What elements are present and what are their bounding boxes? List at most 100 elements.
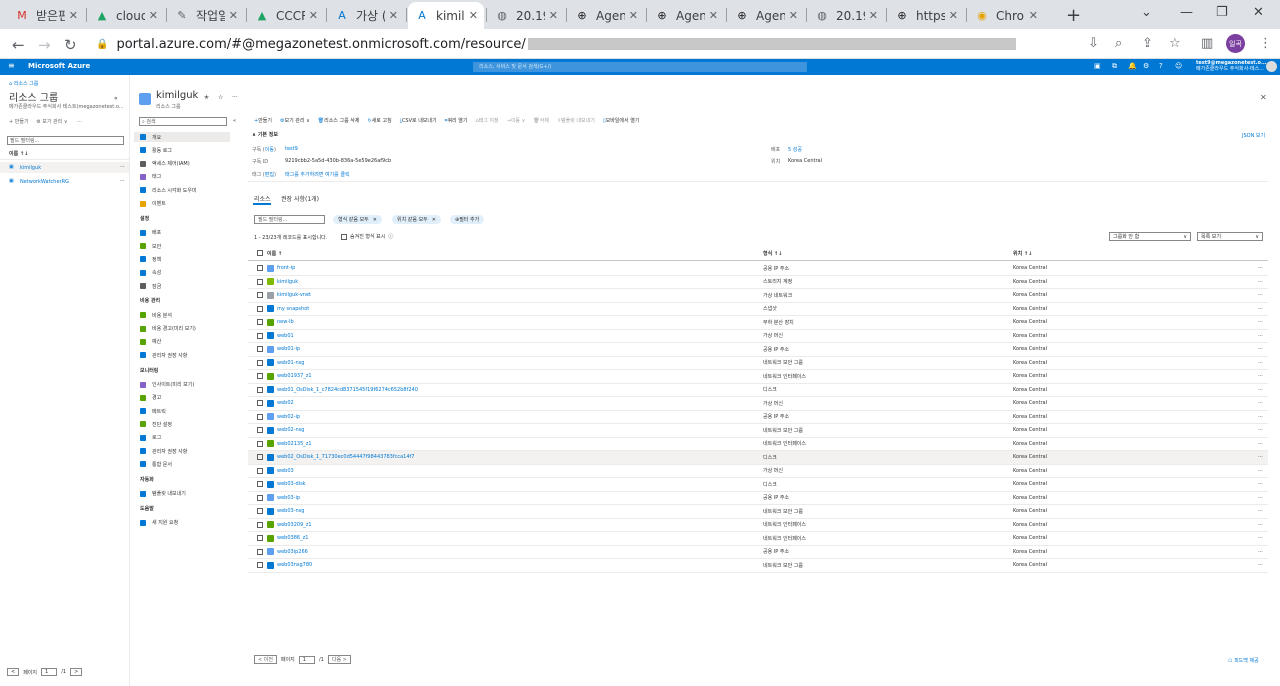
directory-icon[interactable]: ⧉ [1112, 62, 1117, 71]
notifications-icon[interactable]: 🔔 [1128, 62, 1137, 70]
browser-tab[interactable]: ⊕ Agenc ✕ [648, 2, 724, 29]
row-checkbox[interactable] [257, 467, 263, 474]
table-row[interactable]: web03209_z1 네트워크 인터페이스 Korea Central ··· [248, 519, 1268, 532]
row-checkbox[interactable] [257, 359, 263, 366]
row-more-icon[interactable]: ··· [1258, 279, 1263, 285]
close-tab-icon[interactable]: ✕ [229, 9, 238, 22]
column-type[interactable]: 형식 ↑↓ [763, 250, 782, 257]
close-tab-icon[interactable]: ✕ [469, 9, 478, 22]
table-row[interactable]: web02-nsg 네트워크 보안 그룹 Korea Central ··· [248, 424, 1268, 438]
browser-tab[interactable]: ◉ Chron ✕ [968, 2, 1044, 29]
toolbar-button[interactable]: ⌗ 쿼리 열기 [445, 117, 468, 125]
close-tab-icon[interactable]: ✕ [789, 9, 798, 22]
table-row[interactable]: kimilguk-vnet 가상 네트워크 Korea Central ··· [248, 289, 1268, 303]
table-row[interactable]: web03ip266 공용 IP 주소 Korea Central ··· [248, 546, 1268, 559]
rg-name[interactable]: kimilguk [20, 165, 41, 171]
toolbar-button[interactable]: → 이동 ∨ [507, 117, 526, 125]
close-tab-icon[interactable]: ✕ [549, 9, 558, 22]
tab-search-icon[interactable]: ⌄ [1141, 5, 1152, 20]
resource-name-link[interactable]: web01_OsDisk_1_c7824cd8371545f19f6274c65… [277, 387, 418, 393]
tab-recommendations[interactable]: 권장 사항(1개) [281, 194, 319, 203]
row-checkbox[interactable] [257, 373, 263, 380]
resource-name-link[interactable]: web02_OsDisk_1_71730ec0d54447f98443783fc… [277, 454, 415, 460]
type-filter-pill[interactable]: 형식 같음 모두 ✕ [333, 215, 382, 224]
resource-name-link[interactable]: web0386_z1 [277, 535, 308, 541]
menu-item[interactable]: 예산 [140, 337, 236, 347]
row-more-icon[interactable]: ··· [1258, 549, 1263, 555]
table-row[interactable]: web02135_z1 네트워크 인터페이스 Korea Central ··· [248, 438, 1268, 451]
settings-icon[interactable]: ⚙ [1143, 62, 1149, 70]
resource-name-link[interactable]: new-lb [277, 319, 294, 325]
tags-add-link[interactable]: 태그를 추가하려면 여기를 클릭 [285, 171, 350, 178]
close-blade-icon[interactable]: ✕ [1260, 93, 1267, 102]
menu-item[interactable]: 인사이트(미리 보기) [140, 380, 236, 390]
browser-tab[interactable]: ⊕ Agenc ✕ [728, 2, 804, 29]
essentials-toggle[interactable]: ∧ 기본 정보 [252, 131, 278, 138]
row-more-icon[interactable]: ··· [120, 164, 125, 170]
table-row[interactable]: new-lb 부하 분산 장치 Korea Central ··· [248, 316, 1268, 330]
table-row[interactable]: web01-ip 공용 IP 주소 Korea Central ··· [248, 343, 1268, 357]
list-item-selected[interactable]: ▣ kimilguk ··· [0, 162, 129, 173]
browser-tab[interactable]: ⊕ https:/ ✕ [888, 2, 964, 29]
json-view-link[interactable]: JSON 보기 [1242, 132, 1265, 139]
close-tab-icon[interactable]: ✕ [69, 9, 78, 22]
close-window-icon[interactable]: ✕ [1253, 5, 1264, 20]
favorite-star-icon[interactable]: ☆ [218, 94, 223, 101]
row-more-icon[interactable]: ··· [1258, 495, 1263, 501]
close-tab-icon[interactable]: ✕ [629, 9, 638, 22]
close-tab-icon[interactable]: ✕ [949, 9, 958, 22]
page-prev-button[interactable]: < [7, 668, 20, 676]
row-checkbox[interactable] [257, 292, 263, 299]
tab-resources[interactable]: 리소스 [254, 194, 271, 203]
browser-tab[interactable]: ✎ 작업일 ✕ [168, 2, 244, 29]
row-more-icon[interactable]: ··· [1258, 427, 1263, 433]
toolbar-button[interactable]: 🗑 리소스 그룹 삭제 [318, 117, 360, 125]
install-icon[interactable]: ⇩ [1088, 36, 1099, 51]
resource-name-link[interactable]: web03nsg780 [277, 562, 312, 568]
table-row[interactable]: web02_OsDisk_1_71730ec0d54447f98443783fc… [248, 451, 1268, 465]
row-more-icon[interactable]: ··· [120, 178, 125, 184]
browser-tab[interactable]: ◍ 20.19(✕ [808, 2, 884, 29]
menu-item[interactable]: 리소스 시각화 도우미 [140, 185, 236, 195]
row-more-icon[interactable]: ··· [1258, 306, 1263, 312]
row-checkbox[interactable] [257, 535, 263, 542]
hamburger-icon[interactable]: ≡ [8, 61, 15, 70]
add-filter-button[interactable]: ⊕ 필터 추가 [450, 215, 485, 224]
row-checkbox[interactable] [257, 562, 263, 569]
menu-item[interactable]: 개요 [134, 132, 230, 142]
row-checkbox[interactable] [257, 319, 263, 326]
row-more-icon[interactable]: ··· [1258, 562, 1263, 568]
row-more-icon[interactable]: ··· [1258, 441, 1263, 447]
row-more-icon[interactable]: ··· [1258, 468, 1263, 474]
deployments-value[interactable]: 5 성공 [788, 146, 802, 153]
close-tab-icon[interactable]: ✕ [149, 9, 158, 22]
resource-name-link[interactable]: web03ip266 [277, 549, 308, 555]
tags-edit-link[interactable]: 편집 [265, 172, 274, 178]
menu-item[interactable]: 새 지원 요청 [140, 518, 236, 528]
azure-brand[interactable]: Microsoft Azure [28, 62, 90, 70]
close-tab-icon[interactable]: ✕ [309, 9, 318, 22]
menu-item[interactable]: 태그 [140, 172, 236, 182]
table-row[interactable]: web03 가상 머신 Korea Central ··· [248, 465, 1268, 478]
resource-name-link[interactable]: web01-nsg [277, 360, 304, 366]
menu-item[interactable]: 활동 로그 [140, 145, 236, 155]
more-icon[interactable]: ··· [232, 94, 238, 101]
resource-name-link[interactable]: web02 [277, 400, 294, 406]
table-row[interactable]: web0386_z1 네트워크 인터페이스 Korea Central ··· [248, 532, 1268, 546]
page-next-button[interactable]: > [70, 668, 83, 676]
menu-item[interactable]: 배포 [140, 228, 236, 238]
row-more-icon[interactable]: ··· [1258, 400, 1263, 406]
toolbar-button[interactable]: ⌂ 태그 지정 [475, 117, 498, 125]
row-checkbox[interactable] [257, 548, 263, 555]
toolbar-button[interactable]: ⇪ 템플릿 내보내기 [557, 117, 595, 125]
browser-tab[interactable]: ▲ cloud ✕ [88, 2, 164, 29]
table-row[interactable]: web02-ip 공용 IP 주소 Korea Central ··· [248, 411, 1268, 424]
menu-item[interactable]: 템플릿 내보내기 [140, 489, 236, 499]
browser-tab[interactable]: Akimilg ✕ [408, 2, 484, 29]
browser-tab[interactable]: ▲ CCCR ✕ [248, 2, 324, 29]
row-more-icon[interactable]: ··· [1258, 508, 1263, 514]
menu-item[interactable]: 통합 문서 [140, 459, 236, 469]
resource-name-link[interactable]: web02-ip [277, 414, 300, 420]
share-icon[interactable]: ⇪ [1142, 36, 1153, 51]
view-dropdown[interactable]: 목록 보기 ∨ [1197, 232, 1263, 241]
